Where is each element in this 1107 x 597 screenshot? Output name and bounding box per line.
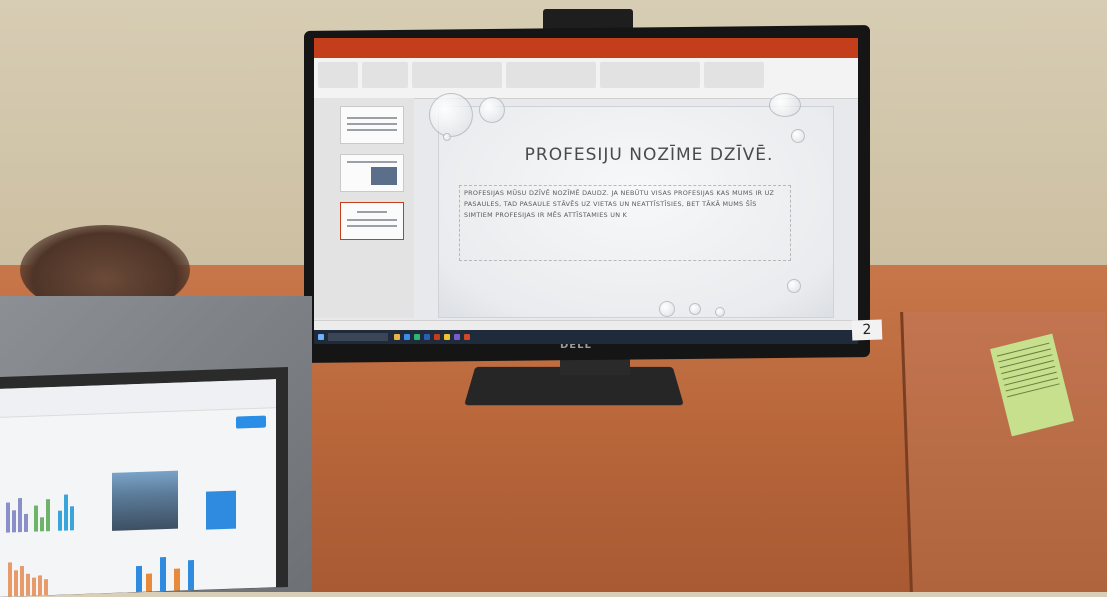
laptop-blue-tile[interactable]: [206, 490, 236, 530]
ribbon-tabs[interactable]: [314, 48, 858, 58]
powerpoint-icon[interactable]: [434, 334, 440, 340]
excel-icon[interactable]: [414, 334, 420, 340]
decor-bubble: [769, 93, 801, 117]
edge-icon[interactable]: [404, 334, 410, 340]
ribbon-toolbar[interactable]: [314, 58, 858, 99]
word-icon[interactable]: [424, 334, 430, 340]
laptop-screen: [0, 379, 276, 597]
laptop-bar-chart-3: [130, 541, 220, 593]
decor-bubble: [791, 129, 805, 143]
explorer-icon[interactable]: [394, 334, 400, 340]
slide-canvas[interactable]: PROFESIJU NOZĪME DZĪVĒ. PROFESIJAS MŪSU …: [429, 93, 834, 318]
app-icon[interactable]: [464, 334, 470, 340]
ribbon-group-slides[interactable]: [362, 62, 408, 88]
slide-thumbnails-pane: [314, 98, 414, 318]
decor-bubble: [479, 97, 505, 123]
taskbar-search[interactable]: [328, 333, 388, 341]
laptop-blue-button[interactable]: [236, 415, 266, 429]
monitor-screen: PROFESIJU NOZĪME DZĪVĒ. PROFESIJAS MŪSU …: [314, 38, 858, 344]
decor-bubble: [715, 307, 725, 317]
decor-bubble: [689, 303, 701, 315]
decor-bubble: [429, 93, 473, 137]
slide-thumbnail-2[interactable]: [340, 154, 404, 192]
chrome-icon[interactable]: [444, 334, 450, 340]
slide-title[interactable]: PROFESIJU NOZĪME DZĪVĒ.: [499, 145, 799, 165]
ribbon-group-paragraph[interactable]: [506, 62, 596, 88]
desk-number-card: 2: [851, 319, 883, 341]
slide-body-textbox[interactable]: PROFESIJAS MŪSU DZĪVĒ NOZĪMĒ DAUDZ. JA N…: [459, 185, 791, 261]
start-icon[interactable]: [318, 334, 324, 340]
laptop-bar-chart-2: [4, 546, 94, 597]
windows-taskbar: [314, 330, 858, 344]
decor-bubble: [443, 133, 451, 141]
ribbon-group-editing[interactable]: [704, 62, 764, 88]
ribbon-group-font[interactable]: [412, 62, 502, 88]
laptop-bar-chart-1: [4, 482, 94, 533]
decor-bubble: [659, 301, 675, 317]
laptop-photo-thumbnail[interactable]: [112, 470, 178, 531]
teams-icon[interactable]: [454, 334, 460, 340]
powerpoint-titlebar: [314, 38, 858, 48]
slide-thumbnail-1[interactable]: [340, 106, 404, 144]
decor-bubble: [787, 279, 801, 293]
slide-thumbnail-3[interactable]: [340, 202, 404, 240]
ribbon-group-drawing[interactable]: [600, 62, 700, 88]
ribbon-group-clipboard[interactable]: [318, 62, 358, 88]
